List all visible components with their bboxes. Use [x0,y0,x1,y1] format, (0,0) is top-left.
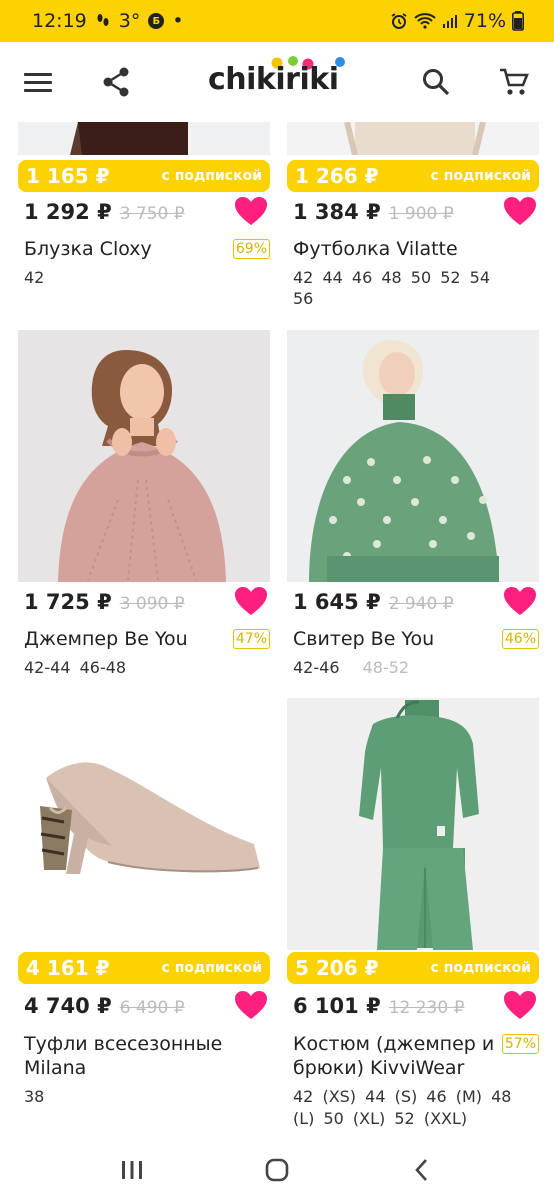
product-sizes: 42 [24,268,45,287]
product-image[interactable] [287,330,539,582]
subscription-price-banner: 1 165 ₽ с подпиской [18,160,270,192]
size-available: 42-46 [293,658,340,677]
product-title-continued[interactable]: Milana [24,1056,86,1080]
product-sizes: 38 [24,1087,45,1106]
favorite-heart-icon[interactable] [503,586,537,616]
brand-logo[interactable]: chikiriki [200,56,350,102]
product-title[interactable]: Туфли всесезонные [24,1032,222,1056]
menu-icon[interactable] [18,62,58,102]
old-price: 3 090 ₽ [119,594,185,614]
system-navigation-bar [0,1140,554,1200]
current-price: 1 384 ₽ [293,200,381,224]
current-price: 1 645 ₽ [293,590,381,614]
current-price: 1 292 ₽ [24,200,112,224]
subscription-label: с подпиской [430,960,531,976]
favorite-heart-icon[interactable] [503,196,537,226]
subscription-label: с подпиской [430,168,531,184]
size-unavailable: 48-52 [362,658,410,677]
price-row: 6 101 ₽ 12 230 ₽ [293,994,464,1018]
product-title[interactable]: Блузка Cloxy [24,237,152,261]
product-image[interactable] [287,122,539,155]
product-sizes: 42-44 46-48 [24,658,127,677]
discount-badge: 57% [501,1034,539,1054]
product-title-continued[interactable]: брюки) KivviWear [293,1056,464,1080]
current-price: 4 740 ₽ [24,994,112,1018]
product-title[interactable]: Джемпер Be You [24,627,188,651]
product-image[interactable] [18,330,270,582]
favorite-heart-icon[interactable] [234,586,268,616]
battery-percent: 71% [463,10,506,32]
old-price: 1 900 ₽ [388,204,454,224]
subscription-price: 5 206 ₽ [295,956,379,980]
cart-icon[interactable] [494,62,534,102]
product-card[interactable]: 1 645 ₽ 2 940 ₽ Свитер Be You 46% 42-46 … [287,330,539,680]
price-row: 1 384 ₽ 1 900 ₽ [293,200,454,224]
product-title[interactable]: Свитер Be You [293,627,434,651]
favorite-heart-icon[interactable] [503,990,537,1020]
discount-badge: 69% [232,239,270,259]
product-image[interactable] [287,698,539,950]
home-icon[interactable] [257,1150,297,1190]
status-bar: 12:19 3° Б • 71% [0,0,554,42]
old-price: 6 490 ₽ [119,998,185,1018]
product-sizes-continued: 56 [293,289,314,308]
product-image[interactable] [18,698,270,950]
product-sizes: 42 44 46 48 50 52 54 [293,268,491,287]
footsteps-icon [95,13,111,29]
price-row: 4 740 ₽ 6 490 ₽ [24,994,185,1018]
old-price: 2 940 ₽ [388,594,454,614]
recent-apps-icon[interactable] [112,1150,152,1190]
subscription-label: с подпиской [161,168,262,184]
back-icon[interactable] [402,1150,442,1190]
product-card[interactable]: 5 206 ₽ с подпиской 6 101 ₽ 12 230 ₽ Кос… [287,698,539,1138]
status-temperature: 3° [118,10,141,32]
price-row: 1 725 ₽ 3 090 ₽ [24,590,185,614]
subscription-price: 4 161 ₽ [26,956,110,980]
product-grid: 1 165 ₽ с подпиской 1 292 ₽ 3 750 ₽ Блуз… [0,122,554,1140]
product-sizes: 42-46 48-52 [293,657,409,678]
favorite-heart-icon[interactable] [234,196,268,226]
subscription-price-banner: 5 206 ₽ с подпиской [287,952,539,984]
product-card[interactable]: 1 725 ₽ 3 090 ₽ Джемпер Be You 47% 42-44… [18,330,270,680]
product-title[interactable]: Костюм (джемпер и [293,1032,494,1056]
product-card[interactable]: 1 266 ₽ с подпиской 1 384 ₽ 1 900 ₽ Футб… [287,122,539,312]
battery-icon [512,11,524,31]
subscription-price: 1 266 ₽ [295,164,379,188]
subscription-label: с подпиской [161,960,262,976]
subscription-price-banner: 1 266 ₽ с подпиской [287,160,539,192]
current-price: 6 101 ₽ [293,994,381,1018]
search-icon[interactable] [416,62,456,102]
price-row: 1 645 ₽ 2 940 ₽ [293,590,454,614]
product-title[interactable]: Футболка Vilatte [293,237,458,261]
alarm-icon [390,12,408,30]
old-price: 3 750 ₽ [119,204,185,224]
favorite-heart-icon[interactable] [234,990,268,1020]
subscription-price-banner: 4 161 ₽ с подпиской [18,952,270,984]
status-time: 12:19 [32,10,87,32]
product-sizes-continued: (L) 50 (XL) 52 (XXL) [293,1109,468,1128]
share-icon[interactable] [96,62,136,102]
product-sizes: 42 (XS) 44 (S) 46 (M) 48 [293,1087,512,1106]
logo-text: chikiriki [208,62,339,97]
current-price: 1 725 ₽ [24,590,112,614]
wifi-icon [414,12,436,30]
notification-badge-icon: Б [148,13,165,29]
discount-badge: 47% [232,629,270,649]
status-dot: • [172,10,184,32]
signal-icon [442,13,458,29]
product-card[interactable]: 1 165 ₽ с подпиской 1 292 ₽ 3 750 ₽ Блуз… [18,122,270,292]
price-row: 1 292 ₽ 3 750 ₽ [24,200,185,224]
product-card[interactable]: 4 161 ₽ с подпиской 4 740 ₽ 6 490 ₽ Туфл… [18,698,270,1118]
product-image[interactable] [18,122,270,155]
discount-badge: 46% [501,629,539,649]
old-price: 12 230 ₽ [388,998,465,1018]
subscription-price: 1 165 ₽ [26,164,110,188]
